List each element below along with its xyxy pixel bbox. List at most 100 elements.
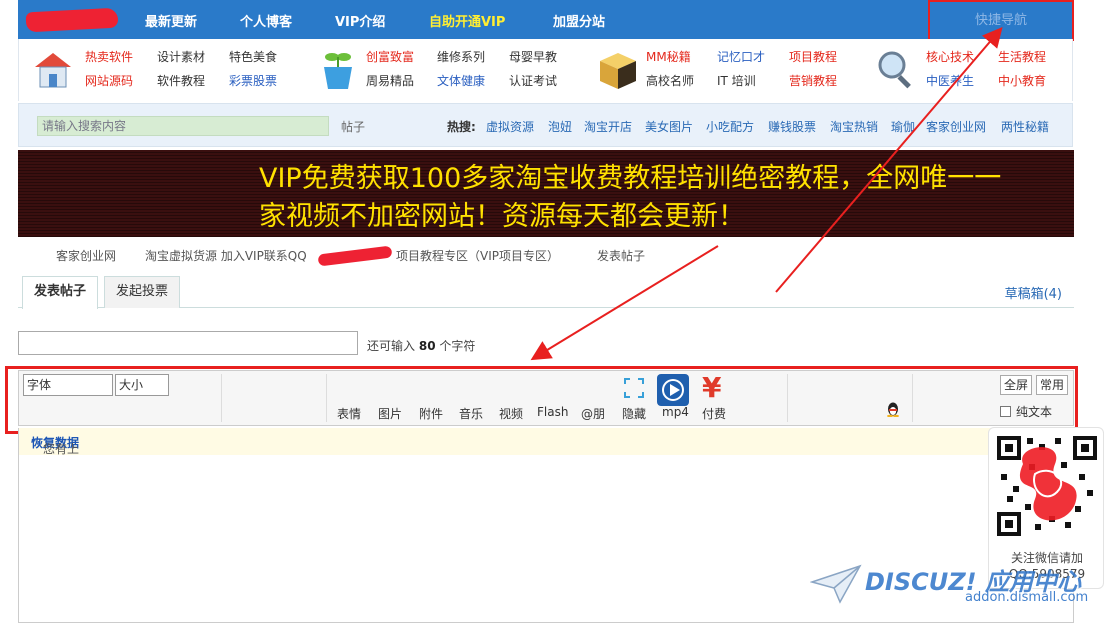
- banner-line-1: VIP免费获取100多家淘宝收费教程培训绝密教程，全网唯一一: [259, 163, 1002, 194]
- flash-button[interactable]: Flash: [537, 405, 568, 419]
- cat-repair[interactable]: 维修系列: [437, 48, 485, 65]
- hot-search-link[interactable]: 小吃配方: [706, 118, 754, 135]
- cat-sports-health[interactable]: 文体健康: [437, 72, 485, 89]
- plain-text-checkbox[interactable]: [1000, 406, 1011, 417]
- attachment-button[interactable]: 附件: [419, 405, 443, 422]
- plain-text-label: 纯文本: [1016, 405, 1053, 419]
- qr-caption-line-1: 关注微信请加: [1010, 551, 1083, 565]
- magnifier-icon: [878, 51, 911, 89]
- cat-life-tutorial[interactable]: 生活教程: [998, 48, 1046, 65]
- restore-notice: 您有上次未提交成功的数据 恢复数据: [18, 428, 1074, 507]
- restore-text: 您有上次未提交成功的数据 恢复数据: [31, 434, 79, 507]
- editor-toolbar: 字体 大小 表情 图片 附件 音乐 视频 Flash @朋 隐藏 mp4 ¥ 付…: [18, 370, 1074, 426]
- hint-prefix: 还可输入: [367, 339, 416, 353]
- page: 最新更新 个人博客 VIP介绍 自助开通VIP 加盟分站 快捷导航 热卖软件 设…: [0, 0, 1105, 623]
- cat-wealth[interactable]: 创富致富: [366, 48, 414, 65]
- font-size-select[interactable]: 大小: [115, 374, 169, 396]
- nav-vip-intro[interactable]: VIP介绍: [335, 11, 385, 30]
- nav-personal-blog[interactable]: 个人博客: [240, 11, 292, 30]
- yen-icon: ¥: [702, 371, 722, 404]
- font-family-select[interactable]: 字体: [23, 374, 113, 396]
- cat-memory-speech[interactable]: 记忆口才: [717, 48, 765, 65]
- search-scope-select[interactable]: 帖子: [341, 118, 365, 135]
- qq-penguin-icon[interactable]: [885, 401, 901, 417]
- tab-post[interactable]: 发表帖子: [22, 276, 99, 309]
- category-bar: 热卖软件 设计素材 特色美食 网站源码 软件教程 彩票股票 创富致富 维修系列 …: [18, 39, 1073, 101]
- hot-search-link[interactable]: 淘宝开店: [584, 118, 632, 135]
- mention-button[interactable]: @朋: [581, 405, 605, 422]
- hot-search-link[interactable]: 淘宝热销: [830, 118, 878, 135]
- cat-mm-secrets[interactable]: MM秘籍: [646, 48, 691, 65]
- banner-line-2: 家视频不加密网站！资源每天都会更新！: [259, 201, 745, 232]
- hot-search-link[interactable]: 两性秘籍: [1001, 118, 1049, 135]
- image-button[interactable]: 图片: [378, 405, 402, 422]
- hot-search-link[interactable]: 泡妞: [548, 118, 572, 135]
- cat-tcm-health[interactable]: 中医养生: [926, 72, 974, 89]
- emoji-button[interactable]: 表情: [337, 405, 361, 422]
- mp4-button[interactable]: mp4: [662, 405, 689, 419]
- site-logo-redacted[interactable]: [25, 7, 119, 33]
- drafts-link[interactable]: 草稿箱(4): [1005, 283, 1062, 302]
- cat-it-training[interactable]: IT 培训: [717, 72, 756, 89]
- cat-core-tech[interactable]: 核心技术: [926, 48, 974, 65]
- video-button[interactable]: 视频: [499, 405, 523, 422]
- quick-nav-button[interactable]: 快捷导航: [928, 0, 1074, 41]
- toolbar-divider: [221, 374, 222, 422]
- cat-famous-teachers[interactable]: 高校名师: [646, 72, 694, 89]
- breadcrumb-forum[interactable]: 淘宝虚拟货源 加入VIP联系QQ: [145, 247, 307, 264]
- hot-search-link[interactable]: 赚钱股票: [768, 118, 816, 135]
- toolbar-divider: [787, 374, 788, 422]
- common-button[interactable]: 常用: [1036, 375, 1069, 395]
- cat-certification[interactable]: 认证考试: [509, 72, 557, 89]
- cat-design-material[interactable]: 设计素材: [157, 48, 205, 65]
- breadcrumb: 客家创业网 淘宝虚拟货源 加入VIP联系QQ 项目教程专区（VIP项目专区） 发…: [18, 244, 1074, 267]
- music-button[interactable]: 音乐: [459, 405, 483, 422]
- banner-text: VIP免费获取100多家淘宝收费教程培训绝密教程，全网唯一一 家视频不加密网站！…: [259, 160, 1059, 236]
- tab-poll[interactable]: 发起投票: [104, 276, 181, 308]
- cat-project-tutorial[interactable]: 项目教程: [789, 48, 837, 65]
- hot-search-label: 热搜:: [447, 120, 476, 134]
- qr-caption: 关注微信请加 QQ:5908579: [989, 550, 1105, 582]
- cat-marketing[interactable]: 营销教程: [789, 72, 837, 89]
- remaining-char-count: 80: [418, 339, 436, 353]
- cat-hot-software[interactable]: 热卖软件: [85, 48, 133, 65]
- toolbar-divider: [326, 374, 327, 422]
- nav-self-vip[interactable]: 自助开通VIP: [429, 11, 505, 30]
- house-icon: [35, 53, 71, 88]
- cat-featured-food[interactable]: 特色美食: [229, 48, 277, 65]
- editor-body[interactable]: [18, 455, 1074, 623]
- breadcrumb-section[interactable]: 项目教程专区（VIP项目专区）: [396, 247, 559, 264]
- subject-char-hint: 还可输入 80 个字符: [367, 337, 475, 354]
- qr-code-icon: [995, 434, 1099, 538]
- nav-latest-updates[interactable]: 最新更新: [145, 11, 197, 30]
- cat-site-source[interactable]: 网站源码: [85, 72, 133, 89]
- promo-banner[interactable]: VIP免费获取100多家淘宝收费教程培训绝密教程，全网唯一一 家视频不加密网站！…: [18, 150, 1074, 237]
- cat-k12-edu[interactable]: 中小教育: [998, 72, 1046, 89]
- nav-branch-sites[interactable]: 加盟分站: [553, 11, 605, 30]
- hot-search-link[interactable]: 美女图片: [645, 118, 693, 135]
- mp4-play-icon: [657, 374, 689, 406]
- hot-search-link[interactable]: 瑜伽: [891, 118, 915, 135]
- search-input[interactable]: 请输入搜索内容: [37, 116, 329, 136]
- toolbar-divider: [912, 374, 913, 422]
- box-icon: [600, 53, 636, 89]
- redaction-mark: [317, 245, 393, 267]
- subject-input[interactable]: [18, 331, 358, 355]
- cat-lottery-stock[interactable]: 彩票股票: [229, 72, 277, 89]
- search-bar: 请输入搜索内容 帖子 热搜: 虚拟资源 泡妞 淘宝开店 美女图片 小吃配方 赚钱…: [18, 103, 1073, 147]
- hide-icon: [624, 378, 644, 398]
- cat-early-edu[interactable]: 母婴早教: [509, 48, 557, 65]
- paid-content-button[interactable]: 付费: [702, 405, 726, 422]
- cat-software-tutorial[interactable]: 软件教程: [157, 72, 205, 89]
- hot-search-link[interactable]: 虚拟资源: [486, 118, 534, 135]
- plain-text-toggle[interactable]: 纯文本: [1000, 403, 1052, 420]
- breadcrumb-site[interactable]: 客家创业网: [56, 247, 116, 264]
- hot-search-link[interactable]: 客家创业网: [926, 118, 986, 135]
- breadcrumb-current: 发表帖子: [597, 249, 646, 263]
- post-tabs: 发表帖子 发起投票 草稿箱(4): [18, 276, 1074, 309]
- wechat-qr-widget: 关注微信请加 QQ:5908579: [988, 427, 1104, 589]
- hide-button[interactable]: 隐藏: [622, 405, 646, 422]
- cat-zhouyi[interactable]: 周易精品: [366, 72, 414, 89]
- fullscreen-button[interactable]: 全屏: [1000, 375, 1033, 395]
- hint-suffix: 个字符: [439, 339, 476, 353]
